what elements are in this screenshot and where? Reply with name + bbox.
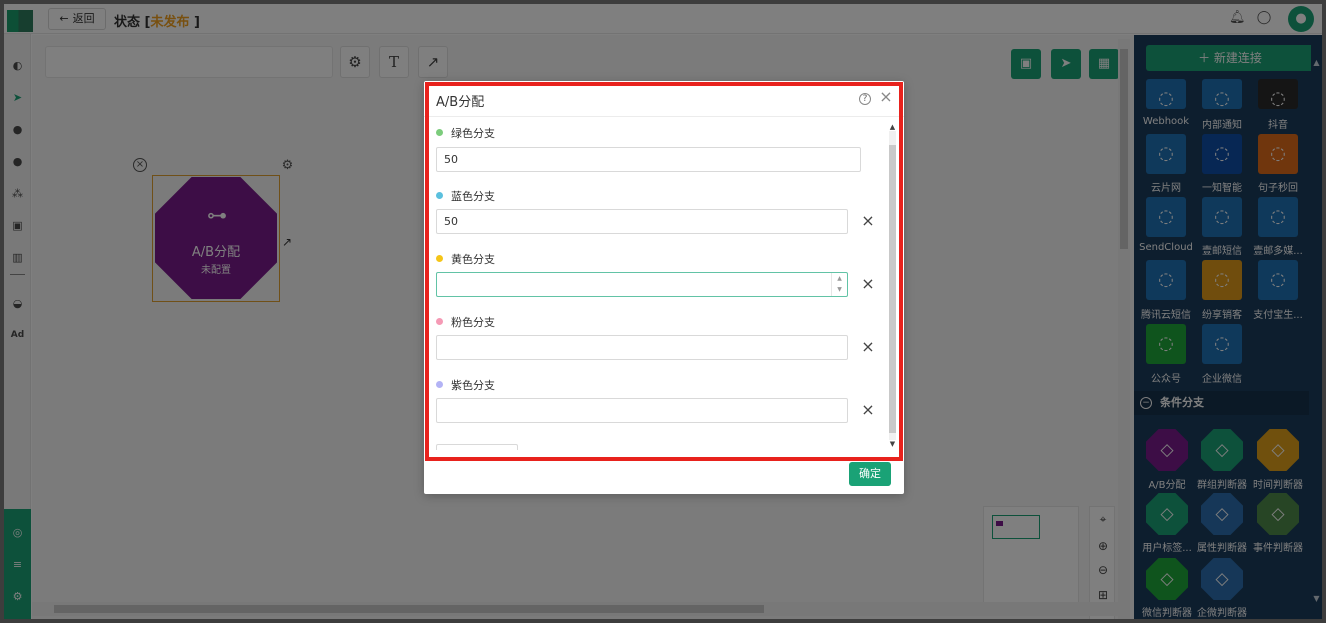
number-spinner[interactable]: ▲ ▼ xyxy=(831,273,847,296)
branch-label: 紫色分支 xyxy=(436,377,495,393)
branch-color-dot xyxy=(436,381,443,388)
branch-color-dot xyxy=(436,255,443,262)
branch-color-dot xyxy=(436,192,443,199)
remove-branch-icon[interactable]: × xyxy=(861,213,875,229)
branch-percent-input[interactable] xyxy=(436,398,848,423)
help-icon[interactable]: ? xyxy=(859,93,871,105)
branch-label: 蓝色分支 xyxy=(436,188,495,204)
branch-percent-value: 50 xyxy=(444,215,458,228)
confirm-button[interactable]: 确定 xyxy=(849,462,891,486)
branch-label: 绿色分支 xyxy=(436,125,495,141)
remove-branch-icon[interactable]: × xyxy=(861,339,875,355)
scroll-thumb[interactable] xyxy=(889,145,896,433)
dialog-body: 绿色分支 50 蓝色分支 50 × 黄色分支 ▲ ▼ × 粉色分支 × 紫色分支 × xyxy=(424,117,904,450)
dialog-header: A/B分配 ? × xyxy=(424,81,904,117)
branch-percent-input[interactable]: ▲ ▼ xyxy=(436,272,848,297)
branch-label-text: 粉色分支 xyxy=(451,316,495,329)
branch-color-dot xyxy=(436,129,443,136)
branch-percent-value: 50 xyxy=(444,153,458,166)
branch-color-dot xyxy=(436,318,443,325)
ab-split-dialog: A/B分配 ? × 绿色分支 50 蓝色分支 50 × 黄色分支 ▲ ▼ × 粉色分支 × 紫色分支 ×… xyxy=(424,81,904,494)
remove-branch-icon[interactable]: × xyxy=(861,276,875,292)
dialog-scrollbar[interactable]: ▲ ▼ xyxy=(888,123,897,448)
scroll-up-icon[interactable]: ▲ xyxy=(888,123,897,131)
branch-label-text: 紫色分支 xyxy=(451,379,495,392)
branch-label: 黄色分支 xyxy=(436,251,495,267)
close-icon[interactable]: × xyxy=(878,89,894,105)
branch-label-text: 蓝色分支 xyxy=(451,190,495,203)
branch-label-text: 绿色分支 xyxy=(451,127,495,140)
branch-percent-input[interactable]: 50 xyxy=(436,147,861,172)
dialog-footer: 确定 xyxy=(424,450,904,494)
dialog-title: A/B分配 xyxy=(436,95,485,110)
branch-percent-input[interactable] xyxy=(436,335,848,360)
branch-percent-input[interactable]: 50 xyxy=(436,209,848,234)
remove-branch-icon[interactable]: × xyxy=(861,402,875,418)
branch-label-text: 黄色分支 xyxy=(451,253,495,266)
branch-label: 粉色分支 xyxy=(436,314,495,330)
scroll-down-icon[interactable]: ▼ xyxy=(888,440,897,448)
